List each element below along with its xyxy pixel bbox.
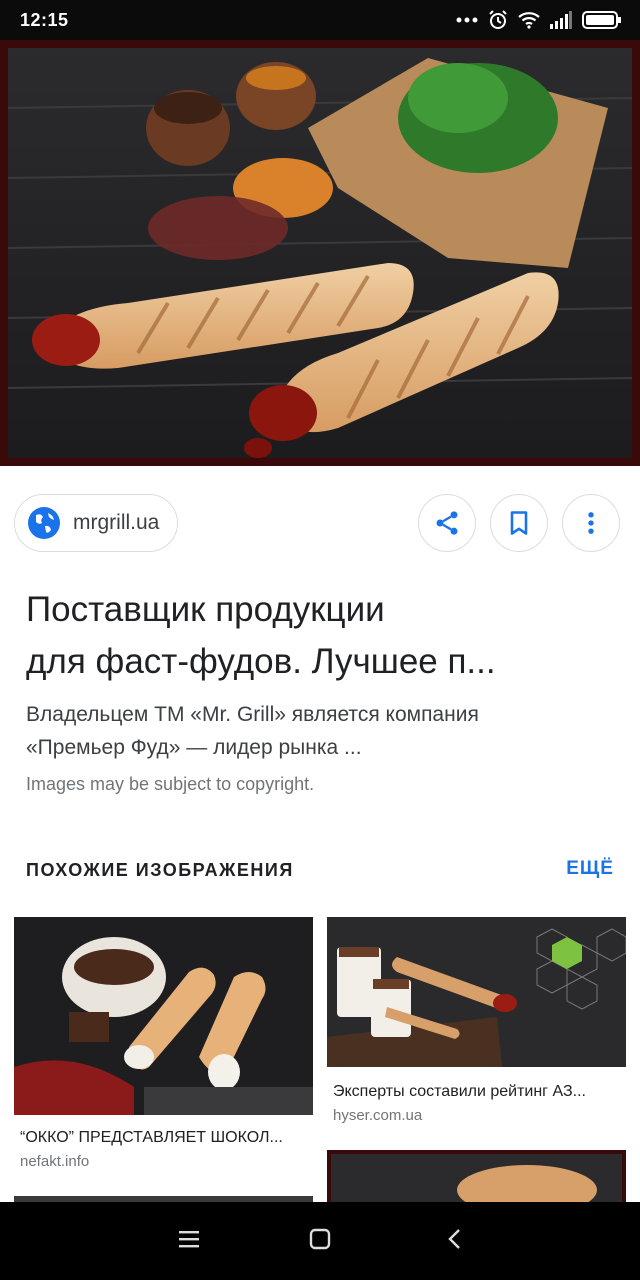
related-image-card[interactable]: Эксперты составили рейтинг АЗ... hyser.c…: [327, 917, 626, 1131]
more-vert-icon: [588, 512, 594, 534]
result-snippet: Владельцем ТМ «Mr. Grill» является компа…: [26, 698, 616, 764]
alarm-icon: [488, 10, 508, 30]
share-icon: [436, 511, 458, 535]
source-domain: mrgrill.ua: [73, 511, 160, 534]
share-button[interactable]: [418, 494, 476, 552]
related-images-heading: ПОХОЖИЕ ИЗОБРАЖЕНИЯ: [26, 860, 294, 880]
source-chip[interactable]: mrgrill.ua: [14, 494, 179, 552]
status-time: 12:15: [20, 10, 69, 30]
signal-icon: [550, 11, 572, 29]
result-title-line: Поставщик продукции: [26, 590, 385, 629]
related-more-link[interactable]: ЕЩЁ: [566, 858, 614, 880]
result-title[interactable]: Поставщик продукции для фаст-фудов. Лучш…: [26, 584, 616, 688]
more-dots-icon: [456, 17, 478, 23]
more-options-button[interactable]: [562, 494, 620, 552]
related-image-card[interactable]: “ОККО” ПРЕДСТАВЛЯЕТ ШОКОЛ... nefakt.info: [14, 917, 313, 1177]
related-thumbnail: [14, 917, 313, 1115]
home-icon[interactable]: [309, 1228, 331, 1255]
status-bar: 12:15: [0, 0, 640, 40]
battery-icon: [582, 11, 622, 29]
hero-image[interactable]: [0, 40, 640, 466]
related-caption: “ОККО” ПРЕДСТАВЛЯЕТ ШОКОЛ...: [20, 1129, 283, 1146]
related-image-card[interactable]: [327, 1150, 626, 1215]
globe-icon: [28, 507, 60, 539]
wifi-icon: [518, 11, 540, 29]
result-title-line: для фаст-фудов. Лучшее п...: [26, 642, 496, 681]
system-nav-bar: [0, 1202, 640, 1280]
back-icon[interactable]: [444, 1228, 466, 1255]
related-caption: Эксперты составили рейтинг АЗ...: [333, 1083, 586, 1100]
save-button[interactable]: [490, 494, 548, 552]
related-source: hyser.com.ua: [333, 1107, 423, 1124]
snippet-line: «Премьер Фуд» — лидер рынка ...: [26, 736, 362, 759]
related-thumbnail: [331, 1154, 622, 1215]
snippet-line: Владельцем ТМ «Mr. Grill» является компа…: [26, 703, 479, 726]
copyright-notice: Images may be subject to copyright.: [26, 774, 315, 794]
menu-icon[interactable]: [178, 1228, 200, 1255]
hot-dog-photo: [8, 48, 632, 458]
related-source: nefakt.info: [20, 1153, 90, 1170]
related-thumbnail: [327, 917, 626, 1067]
bookmark-icon: [510, 511, 528, 535]
